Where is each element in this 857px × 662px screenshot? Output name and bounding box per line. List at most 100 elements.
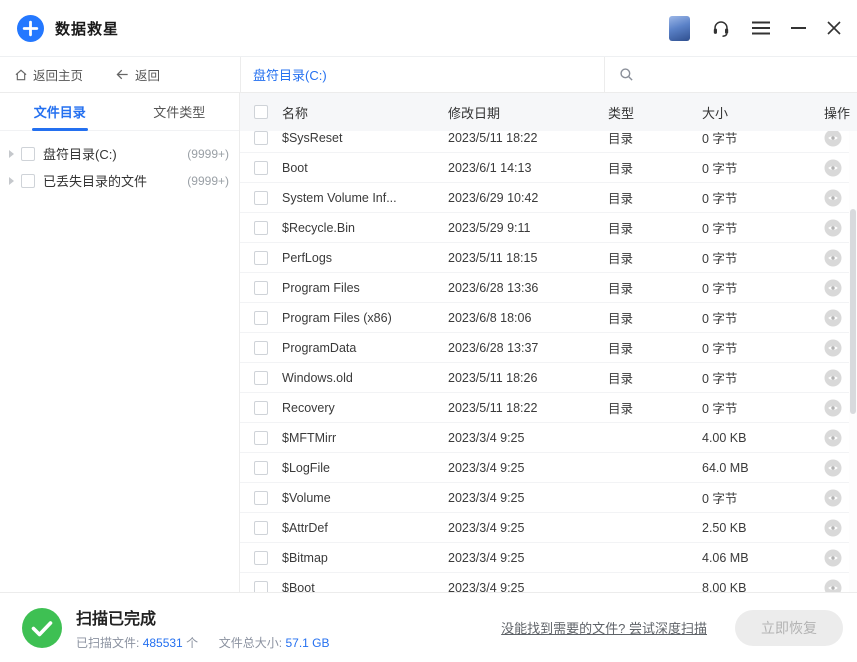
preview-eye-icon[interactable] (824, 159, 842, 177)
directory-tree: 盘符目录(C:) (9999+) 已丢失目录的文件 (9999+) (0, 131, 239, 194)
file-type: 目录 (608, 248, 702, 267)
path-breadcrumb[interactable]: 盘符目录(C:) (240, 57, 604, 92)
header-type[interactable]: 类型 (608, 103, 702, 122)
file-size: 4.06 MB (702, 551, 818, 565)
preview-eye-icon[interactable] (824, 399, 842, 417)
home-label: 返回主页 (33, 65, 83, 84)
user-avatar[interactable] (669, 16, 690, 41)
select-all-checkbox[interactable] (254, 105, 268, 119)
file-type: 目录 (608, 188, 702, 207)
row-checkbox[interactable] (254, 221, 268, 235)
header-name[interactable]: 名称 (282, 103, 448, 122)
table-row[interactable]: $LogFile 2023/3/4 9:25 64.0 MB (240, 453, 857, 483)
row-checkbox[interactable] (254, 161, 268, 175)
close-button[interactable] (827, 21, 841, 35)
menu-icon[interactable] (752, 21, 770, 35)
row-checkbox[interactable] (254, 311, 268, 325)
row-checkbox[interactable] (254, 431, 268, 445)
expand-arrow-icon[interactable] (9, 150, 14, 158)
search-box[interactable] (604, 57, 857, 92)
preview-eye-icon[interactable] (824, 309, 842, 327)
scrollbar-thumb[interactable] (850, 209, 856, 414)
title-bar: 数据救星 (0, 0, 857, 57)
preview-eye-icon[interactable] (824, 519, 842, 537)
tree-item-count: (9999+) (187, 174, 229, 188)
table-row[interactable]: PerfLogs 2023/5/11 18:15 目录 0 字节 (240, 243, 857, 273)
header-action: 操作 (818, 103, 857, 122)
table-row[interactable]: $SysReset 2023/5/11 18:22 目录 0 字节 (240, 131, 857, 153)
preview-eye-icon[interactable] (824, 579, 842, 593)
table-row[interactable]: $Recycle.Bin 2023/5/29 9:11 目录 0 字节 (240, 213, 857, 243)
preview-eye-icon[interactable] (824, 219, 842, 237)
preview-eye-icon[interactable] (824, 189, 842, 207)
table-row[interactable]: $Volume 2023/3/4 9:25 0 字节 (240, 483, 857, 513)
home-button[interactable]: 返回主页 (14, 65, 83, 84)
row-checkbox[interactable] (254, 461, 268, 475)
file-name: PerfLogs (282, 251, 448, 265)
main-content: 文件目录 文件类型 盘符目录(C:) (9999+) 已丢失目录的文件 (999… (0, 93, 857, 592)
file-modified-date: 2023/6/28 13:37 (448, 341, 608, 355)
table-scrollbar[interactable] (849, 131, 857, 592)
table-row[interactable]: $MFTMirr 2023/3/4 9:25 4.00 KB (240, 423, 857, 453)
preview-eye-icon[interactable] (824, 131, 842, 147)
file-modified-date: 2023/5/11 18:26 (448, 371, 608, 385)
header-date[interactable]: 修改日期 (448, 103, 608, 122)
sidebar: 文件目录 文件类型 盘符目录(C:) (9999+) 已丢失目录的文件 (999… (0, 93, 240, 592)
row-checkbox[interactable] (254, 251, 268, 265)
table-row[interactable]: Program Files 2023/6/28 13:36 目录 0 字节 (240, 273, 857, 303)
row-checkbox[interactable] (254, 551, 268, 565)
support-headset-icon[interactable] (711, 18, 731, 38)
preview-eye-icon[interactable] (824, 459, 842, 477)
file-modified-date: 2023/6/1 14:13 (448, 161, 608, 175)
expand-arrow-icon[interactable] (9, 177, 14, 185)
table-row[interactable]: Recovery 2023/5/11 18:22 目录 0 字节 (240, 393, 857, 423)
back-button[interactable]: 返回 (115, 65, 160, 84)
row-checkbox[interactable] (254, 521, 268, 535)
row-checkbox[interactable] (254, 131, 268, 145)
row-checkbox[interactable] (254, 371, 268, 385)
table-row[interactable]: ProgramData 2023/6/28 13:37 目录 0 字节 (240, 333, 857, 363)
preview-eye-icon[interactable] (824, 369, 842, 387)
row-checkbox[interactable] (254, 581, 268, 593)
table-row[interactable]: $Bitmap 2023/3/4 9:25 4.06 MB (240, 543, 857, 573)
file-size: 0 字节 (702, 218, 818, 237)
tree-item-lost-files[interactable]: 已丢失目录的文件 (9999+) (0, 167, 239, 194)
row-checkbox[interactable] (254, 341, 268, 355)
header-size[interactable]: 大小 (702, 103, 818, 122)
tree-item-label: 盘符目录(C:) (43, 144, 117, 163)
file-modified-date: 2023/5/11 18:22 (448, 131, 608, 145)
preview-eye-icon[interactable] (824, 429, 842, 447)
tab-file-type[interactable]: 文件类型 (120, 93, 240, 130)
preview-eye-icon[interactable] (824, 339, 842, 357)
table-row[interactable]: $Boot 2023/3/4 9:25 8.00 KB (240, 573, 857, 592)
tree-checkbox[interactable] (21, 174, 35, 188)
tree-item-drive-c[interactable]: 盘符目录(C:) (9999+) (0, 140, 239, 167)
table-row[interactable]: Boot 2023/6/1 14:13 目录 0 字节 (240, 153, 857, 183)
file-name: $Recycle.Bin (282, 221, 448, 235)
tree-checkbox[interactable] (21, 147, 35, 161)
file-type: 目录 (608, 368, 702, 387)
row-checkbox[interactable] (254, 401, 268, 415)
table-row[interactable]: $AttrDef 2023/3/4 9:25 2.50 KB (240, 513, 857, 543)
row-checkbox[interactable] (254, 281, 268, 295)
preview-eye-icon[interactable] (824, 489, 842, 507)
preview-eye-icon[interactable] (824, 279, 842, 297)
file-size: 0 字节 (702, 278, 818, 297)
search-input[interactable] (642, 68, 843, 82)
row-checkbox[interactable] (254, 491, 268, 505)
tab-file-directory[interactable]: 文件目录 (0, 93, 120, 130)
deep-scan-link[interactable]: 没能找到需要的文件? 尝试深度扫描 (501, 618, 707, 637)
file-name: Windows.old (282, 371, 448, 385)
table-row[interactable]: Program Files (x86) 2023/6/8 18:06 目录 0 … (240, 303, 857, 333)
preview-eye-icon[interactable] (824, 249, 842, 267)
preview-eye-icon[interactable] (824, 549, 842, 567)
tree-item-label: 已丢失目录的文件 (43, 171, 147, 190)
table-row[interactable]: Windows.old 2023/5/11 18:26 目录 0 字节 (240, 363, 857, 393)
table-row[interactable]: System Volume Inf... 2023/6/29 10:42 目录 … (240, 183, 857, 213)
row-checkbox[interactable] (254, 191, 268, 205)
scanned-count: 485531 (143, 636, 183, 650)
recover-button[interactable]: 立即恢复 (735, 610, 843, 646)
table-header: 名称 修改日期 类型 大小 操作 (240, 93, 857, 131)
file-type: 目录 (608, 308, 702, 327)
minimize-button[interactable] (791, 27, 806, 29)
